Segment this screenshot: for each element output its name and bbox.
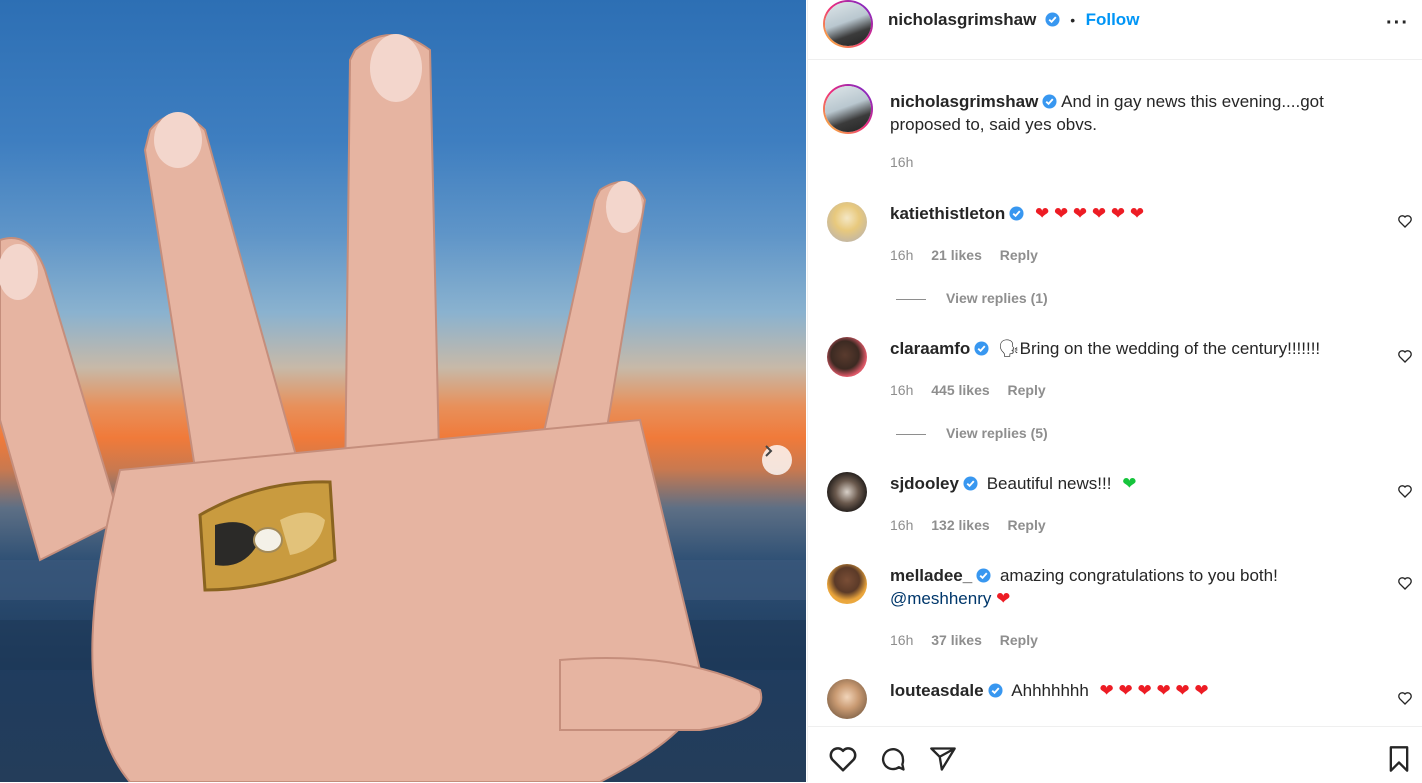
comment-username[interactable]: louteasdale [890,681,984,700]
comment-text: amazing congratulations to you both! [999,566,1278,585]
reply-button[interactable]: Reply [1000,632,1038,648]
comment-likes[interactable]: 37 likes [931,632,982,648]
commenter-avatar[interactable] [827,679,867,719]
commenter-avatar[interactable] [827,337,867,377]
comment-text: Beautiful news!!! [986,474,1112,493]
view-replies-line [896,298,926,300]
post-sidebar: nicholasgrimshaw • Follow ··· nicholasgr… [807,0,1422,782]
reply-button[interactable]: Reply [1008,517,1046,533]
verified-badge-icon [1042,94,1057,109]
red-heart-emoji: ❤ [996,589,1011,608]
mention-link[interactable]: @meshhenry [890,589,991,608]
comment-likes[interactable]: 21 likes [931,247,982,263]
save-bookmark-icon[interactable] [1386,745,1412,773]
verified-badge-icon [988,683,1003,698]
action-bar [808,726,1422,783]
hand-ring-illustration [0,34,806,782]
comment-meta: 16h 37 likes Reply [890,632,1052,648]
view-replies-label: View replies (5) [946,425,1048,441]
like-heart-icon[interactable] [828,745,858,773]
comment-meta: 16h 445 likes Reply [890,382,1060,398]
follow-button[interactable]: Follow [1086,10,1140,29]
chevron-right-icon [765,445,773,457]
comment-text: 🗣Bring on the wedding of the century!!!!… [998,339,1321,358]
caption-username[interactable]: nicholasgrimshaw [890,92,1038,111]
view-replies-button[interactable]: View replies (1) [896,290,1048,306]
verified-badge-icon [1045,12,1060,27]
view-replies-line [896,433,926,435]
comment-text: Ahhhhhhh [1011,681,1089,700]
comment-username[interactable]: katiethistleton [890,204,1005,223]
view-replies-button[interactable]: View replies (5) [896,425,1048,441]
comment-icon[interactable] [878,745,908,773]
comment-likes[interactable]: 132 likes [931,517,989,533]
reply-button[interactable]: Reply [1000,247,1038,263]
verified-badge-icon [974,341,989,356]
verified-badge-icon [1009,206,1024,221]
post-header: nicholasgrimshaw • Follow ··· [808,0,1422,60]
author-username[interactable]: nicholasgrimshaw [888,10,1036,29]
comment-time: 16h [890,517,914,533]
verified-badge-icon [976,568,991,583]
separator-dot: • [1070,12,1076,28]
comment-username[interactable]: claraamfo [890,339,970,358]
reply-button[interactable]: Reply [1008,382,1046,398]
author-avatar[interactable] [823,0,873,48]
like-comment-heart-icon[interactable] [1397,213,1413,229]
post-photo[interactable] [0,0,806,782]
caption-avatar[interactable] [823,84,873,134]
comment-username[interactable]: melladee_ [890,566,972,585]
like-comment-heart-icon[interactable] [1397,690,1413,706]
like-comment-heart-icon[interactable] [1397,575,1413,591]
caption-time: 16h [890,154,914,170]
comment-hearts: ❤ ❤ ❤ ❤ ❤ ❤ [1099,681,1209,700]
comment-time: 16h [890,247,914,263]
view-replies-label: View replies (1) [946,290,1048,306]
verified-badge-icon [963,476,978,491]
comment-hearts: ❤ ❤ ❤ ❤ ❤ ❤ [1034,204,1145,223]
comment-username[interactable]: sjdooley [890,474,959,493]
commenter-avatar[interactable] [827,472,867,512]
comment-likes[interactable]: 445 likes [931,382,989,398]
commenter-avatar[interactable] [827,564,867,604]
comment-meta: 16h 132 likes Reply [890,517,1060,533]
share-icon[interactable] [928,745,958,773]
comment-meta: 16h 21 likes Reply [890,247,1052,263]
green-heart-emoji: ❤ [1122,474,1137,493]
like-comment-heart-icon[interactable] [1397,483,1413,499]
like-comment-heart-icon[interactable] [1397,348,1413,364]
more-options-icon[interactable]: ··· [1386,12,1409,35]
comment-time: 16h [890,382,914,398]
caption-meta: 16h [890,154,927,170]
comment-time: 16h [890,632,914,648]
commenter-avatar[interactable] [827,202,867,242]
next-photo-button[interactable] [762,445,792,475]
